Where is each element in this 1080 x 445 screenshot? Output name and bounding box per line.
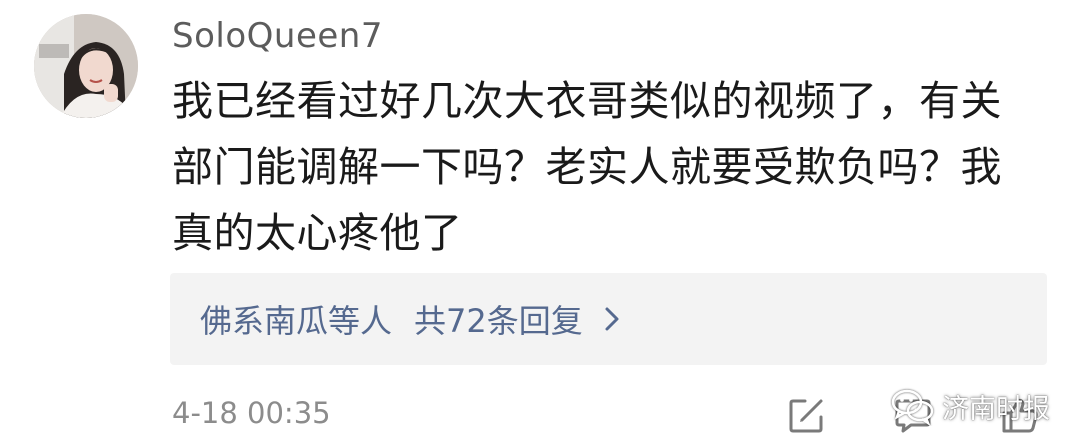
edit-icon[interactable] (787, 395, 827, 435)
avatar[interactable] (34, 14, 138, 118)
comment-card: SoloQueen7 我已经看过好几次大衣哥类似的视频了，有关部门能调解一下吗？… (0, 0, 1080, 445)
reply-count[interactable]: 共72条回复 (414, 296, 583, 342)
username[interactable]: SoloQueen7 (172, 14, 383, 58)
reply-user-name[interactable]: 佛系南瓜 (200, 296, 328, 342)
comment-text: 我已经看过好几次大衣哥类似的视频了，有关部门能调解一下吗？老实人就要受欺负吗？我… (172, 77, 1002, 257)
reply-others-label: 等人 (328, 302, 393, 340)
watermark: 济南时报 (890, 380, 1062, 432)
watermark-text: 济南时报 (942, 393, 1050, 425)
avatar-image (34, 14, 138, 118)
chevron-right-icon[interactable] (601, 304, 623, 334)
timestamp: 4-18 00:35 (172, 396, 331, 430)
wechat-logo-icon (891, 389, 934, 426)
replies-summary[interactable]: 佛系南瓜 等人 共72条回复 (170, 273, 1047, 365)
